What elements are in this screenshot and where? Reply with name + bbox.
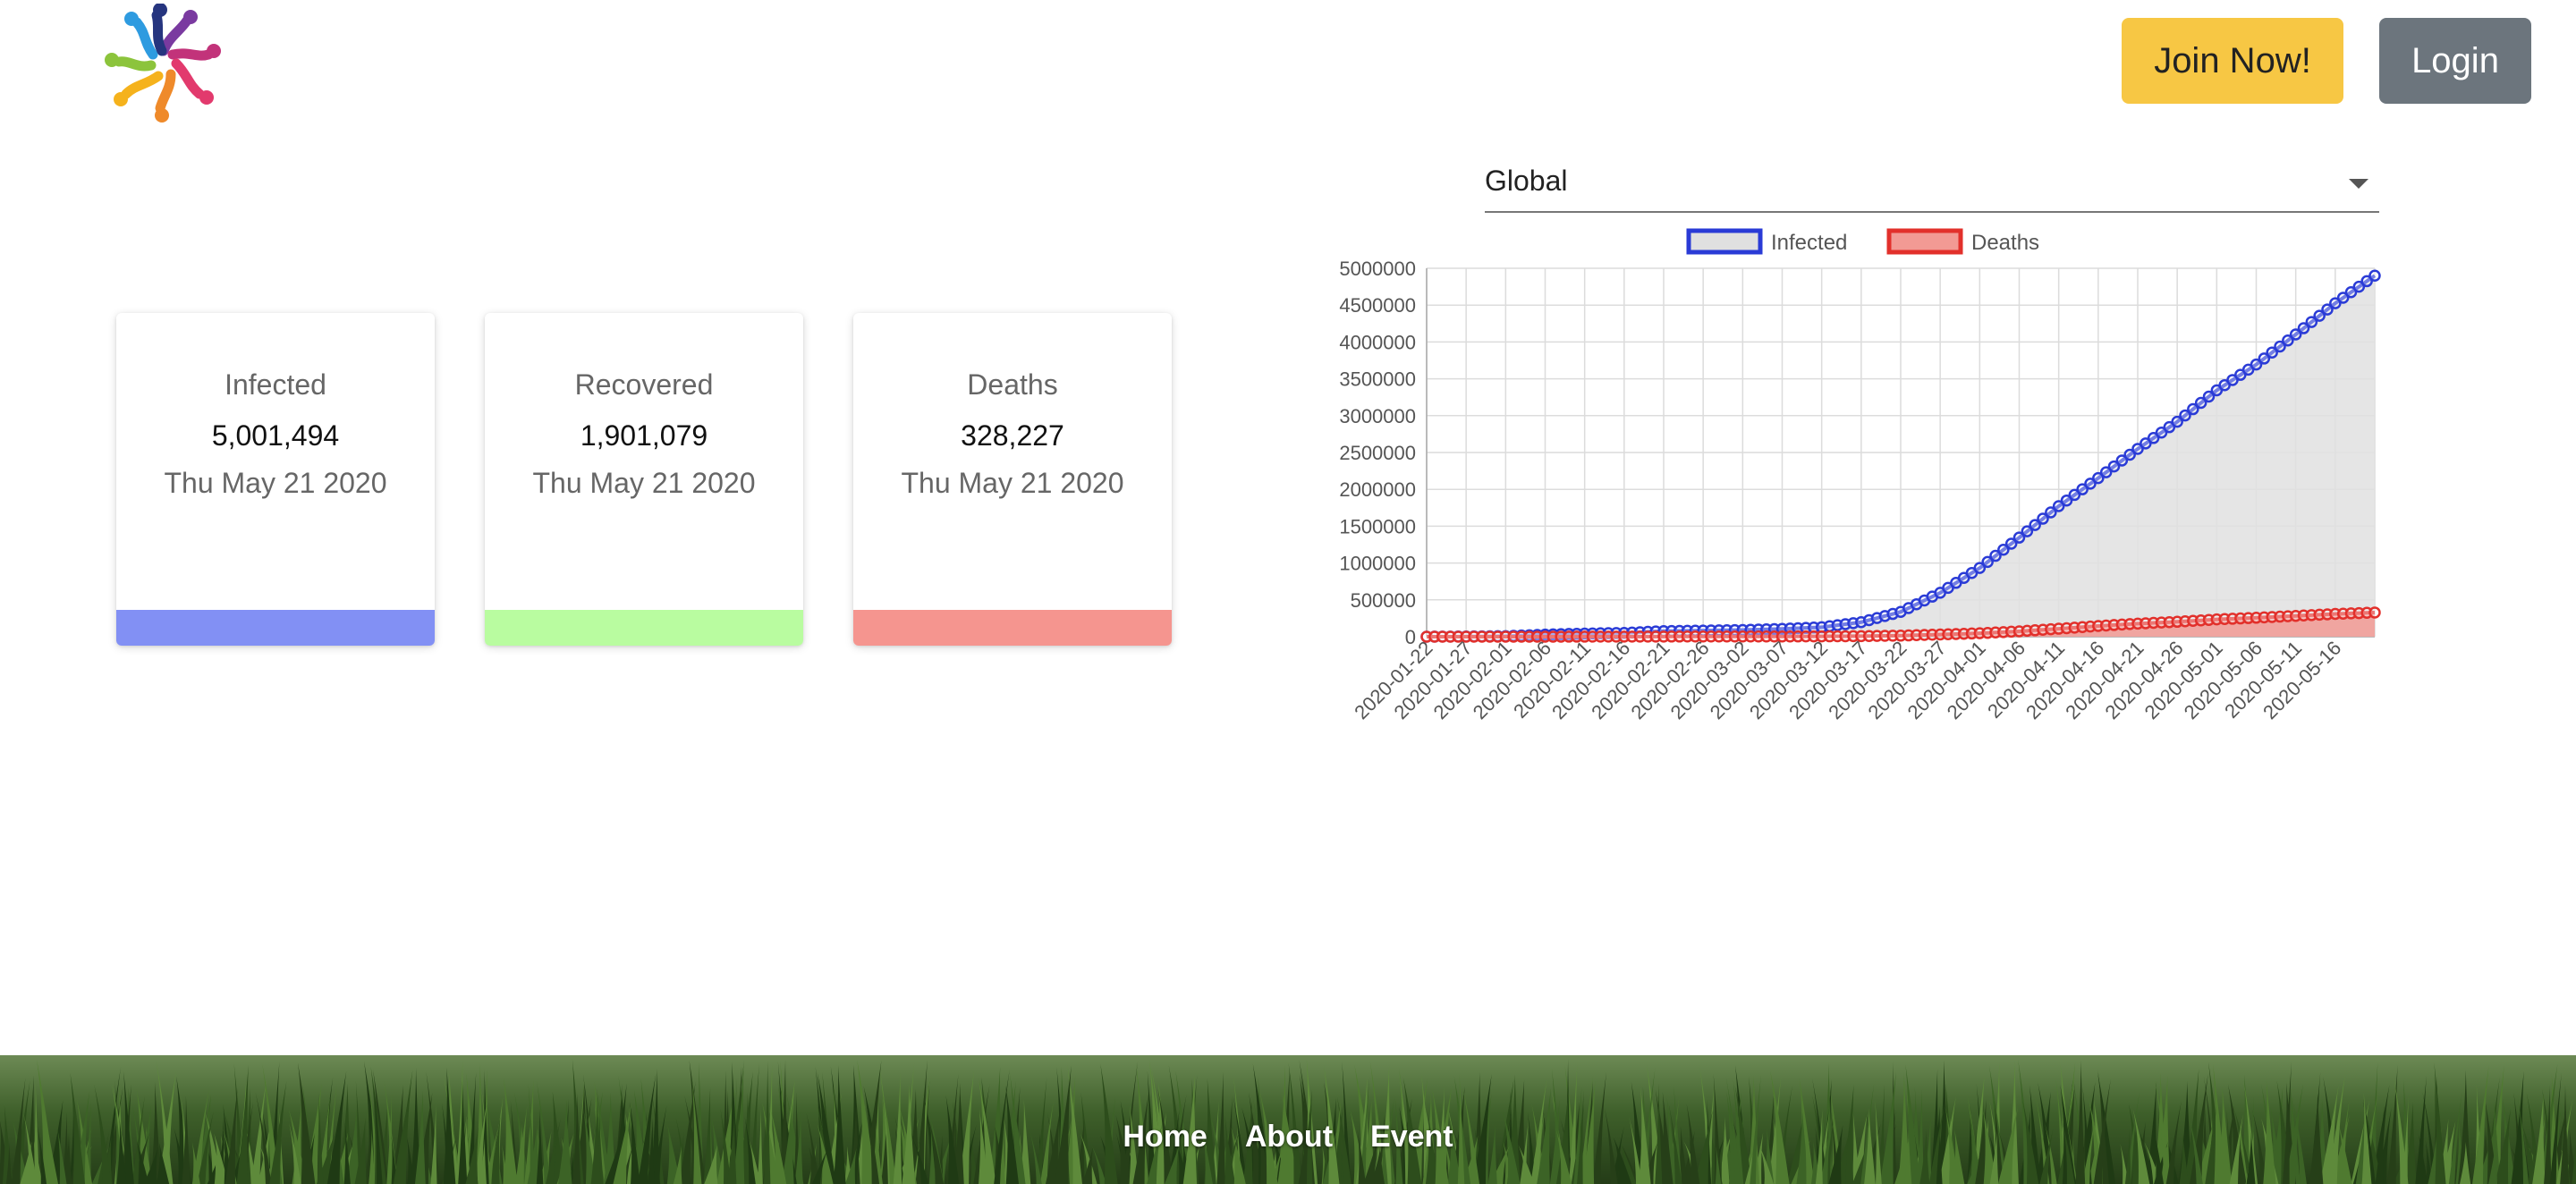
y-tick-label: 4000000 (1339, 331, 1416, 353)
stat-label: Deaths (967, 368, 1058, 401)
stat-color-bar (485, 610, 803, 646)
footer-nav: Home About Event (0, 1120, 2576, 1154)
logo-icon (105, 3, 221, 123)
stat-value: 1,901,079 (580, 419, 708, 452)
y-tick-label: 2000000 (1339, 478, 1416, 501)
join-now-button[interactable]: Join Now! (2122, 18, 2343, 104)
data-point (2368, 269, 2381, 282)
stat-date: Thu May 21 2020 (901, 467, 1124, 499)
y-tick-label: 2500000 (1339, 442, 1416, 464)
y-tick-label: 1500000 (1339, 515, 1416, 537)
stat-card-infected: Infected 5,001,494 Thu May 21 2020 (116, 313, 435, 646)
footer-link-event[interactable]: Event (1370, 1120, 1453, 1154)
stat-card-deaths: Deaths 328,227 Thu May 21 2020 (853, 313, 1172, 646)
region-select-value: Global (1485, 165, 1568, 197)
region-select[interactable]: Global (1485, 159, 2379, 213)
stat-color-bar (853, 610, 1172, 646)
cases-chart: 5000000 4500000 4000000 3500000 3000000 25000… (1324, 224, 2397, 760)
people-circle-logo[interactable] (104, 3, 224, 123)
stat-value: 328,227 (961, 419, 1064, 452)
stat-date: Thu May 21 2020 (164, 467, 387, 499)
stat-label: Infected (225, 368, 326, 401)
footer-link-about[interactable]: About (1245, 1120, 1333, 1154)
stat-date: Thu May 21 2020 (532, 467, 756, 499)
legend-swatch (1886, 228, 1963, 255)
y-tick-label: 1000000 (1339, 553, 1416, 575)
legend-label: Infected (1771, 231, 1847, 255)
login-button[interactable]: Login (2379, 18, 2531, 104)
data-point (2368, 606, 2381, 619)
stat-value: 5,001,494 (211, 419, 340, 452)
y-tick-label: 5000000 (1339, 258, 1416, 280)
stat-card-recovered: Recovered 1,901,079 Thu May 21 2020 (485, 313, 803, 646)
legend-label: Deaths (1971, 231, 2039, 255)
legend-swatch (1686, 228, 1763, 255)
y-tick-label: 3500000 (1339, 368, 1416, 391)
cases-chart-svg: 5000000 4500000 4000000 3500000 3000000 25000… (1339, 228, 2381, 723)
y-tick-label: 4500000 (1339, 294, 1416, 317)
stat-label: Recovered (574, 368, 714, 401)
y-tick-label: 500000 (1351, 589, 1416, 612)
chevron-down-icon (2349, 179, 2368, 189)
y-tick-label: 3000000 (1339, 405, 1416, 427)
stat-color-bar (116, 610, 435, 646)
footer-link-home[interactable]: Home (1123, 1120, 1207, 1154)
footer: Home About Event (0, 1055, 2576, 1184)
